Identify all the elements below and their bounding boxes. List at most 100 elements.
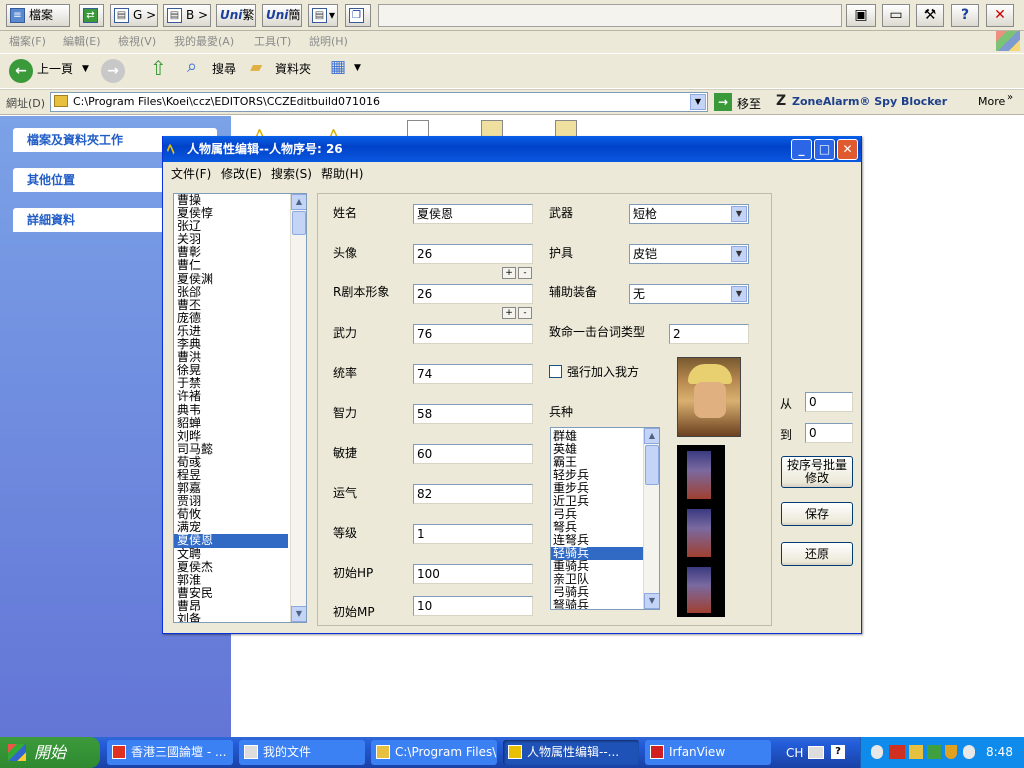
character-list-item[interactable]: 许褚: [174, 390, 288, 403]
intel-input[interactable]: 58: [413, 404, 533, 424]
taskbar-item-forum[interactable]: 香港三國論壇 - ...: [107, 740, 233, 765]
forward-arrow-icon[interactable]: →: [101, 59, 125, 83]
character-list-item[interactable]: 夏侯杰: [174, 560, 288, 574]
to-input[interactable]: 0: [805, 423, 853, 443]
unit-type-item[interactable]: 弩骑兵: [551, 599, 643, 610]
menu-edit[interactable]: 修改(E): [221, 165, 262, 182]
address-dropdown-icon[interactable]: ▼: [690, 94, 706, 110]
command-input[interactable]: 74: [413, 364, 533, 384]
portrait-plus-button[interactable]: +: [502, 267, 516, 279]
go-button[interactable]: 移至: [737, 95, 761, 112]
character-list-item[interactable]: 夏侯渊: [174, 272, 288, 286]
character-list[interactable]: 曹操 夏侯惇 张辽 关羽 曹彰 曹仁 夏侯渊 张郃 曹丕 庞德 乐进 李典 曹洪 徐晃 于禁 许褚 典韦 貂蝉 刘晔…: [173, 193, 307, 623]
character-list-item[interactable]: 典韦: [174, 403, 288, 417]
uni-traditional-button[interactable]: Uni繁: [216, 4, 256, 27]
character-list-item[interactable]: 曹安民: [174, 586, 288, 600]
zonealarm-spyblocker[interactable]: ZoneAlarm® Spy Blocker: [792, 95, 947, 108]
up-folder-icon[interactable]: ⇧: [150, 56, 167, 80]
character-list-item[interactable]: 曹丕: [174, 298, 288, 312]
window-titlebar[interactable]: ﾍ 人物属性编辑--人物序号: 26 _ □ ✕: [163, 136, 861, 162]
window-button[interactable]: ▭: [882, 4, 910, 27]
menu-file[interactable]: 檔案(F): [9, 33, 46, 49]
b-to-g-button[interactable]: ▤B > G: [163, 4, 211, 27]
restore-button[interactable]: 还原: [781, 542, 853, 566]
character-list-item[interactable]: 荀彧: [174, 455, 288, 469]
back-button[interactable]: 上一頁: [37, 60, 73, 77]
unit-list-scrollbar[interactable]: ▲ ▼: [643, 428, 659, 609]
speaker-icon[interactable]: [963, 745, 975, 759]
rscript-input[interactable]: 26: [413, 284, 533, 304]
character-list-item[interactable]: 曹仁: [174, 259, 288, 272]
aux-select[interactable]: 无 ▼: [629, 284, 749, 304]
help-icon[interactable]: ?: [831, 745, 845, 759]
weapon-select[interactable]: 短枪 ▼: [629, 204, 749, 224]
menu-help[interactable]: 帮助(H): [321, 165, 363, 182]
menu-search[interactable]: 搜索(S): [271, 165, 312, 182]
portrait-input[interactable]: 26: [413, 244, 533, 264]
close-button[interactable]: ✕: [986, 4, 1014, 27]
menu-edit[interactable]: 編輯(E): [63, 33, 101, 49]
chevron-down-icon[interactable]: ▼: [731, 206, 747, 222]
back-arrow-icon[interactable]: ←: [9, 59, 33, 83]
minimize-button[interactable]: _: [791, 139, 812, 160]
help-button[interactable]: ?: [951, 4, 979, 27]
search-icon[interactable]: ⌕: [187, 56, 197, 77]
scroll-up-icon[interactable]: ▲: [644, 428, 659, 444]
rscript-minus-button[interactable]: -: [518, 307, 532, 319]
address-input[interactable]: C:\Program Files\Koei\ccz\EDITORS\CCZEdi…: [50, 92, 708, 112]
taskbar-item-explorer[interactable]: C:\Program Files\...: [371, 740, 497, 765]
character-list-item[interactable]: 刘备: [174, 612, 288, 622]
taskbar-item-editor[interactable]: 人物属性编辑--...: [503, 740, 639, 765]
crit-input[interactable]: 2: [669, 324, 749, 344]
scroll-down-icon[interactable]: ▼: [644, 593, 659, 609]
level-input[interactable]: 1: [413, 524, 533, 544]
views-dropdown-icon[interactable]: ▼: [354, 63, 361, 73]
name-input[interactable]: 夏侯恩: [413, 204, 533, 224]
taskbar-item-documents[interactable]: 我的文件: [239, 740, 365, 765]
from-input[interactable]: 0: [805, 392, 853, 412]
armor-select[interactable]: 皮铠 ▼: [629, 244, 749, 264]
luck-input[interactable]: 82: [413, 484, 533, 504]
character-list-item[interactable]: 刘晔: [174, 429, 288, 443]
character-list-item[interactable]: 貂蝉: [174, 416, 288, 430]
window-close-button[interactable]: ✕: [837, 139, 858, 160]
save-button[interactable]: 保存: [781, 502, 853, 526]
clock[interactable]: 8:48: [986, 745, 1013, 759]
unit-type-list[interactable]: 群雄 英雄 霸王 轻步兵 重步兵 近卫兵 弓兵 弩兵 连弩兵 轻骑兵 重骑兵 亲卫队 弓骑兵 弩骑兵 ▲ …: [550, 427, 660, 610]
copy-button[interactable]: ❐: [345, 4, 371, 27]
more-chevron-icon[interactable]: »: [1007, 92, 1013, 103]
program-icon[interactable]: [909, 745, 923, 759]
list-dropdown-button[interactable]: ▤ ▾: [308, 4, 338, 27]
batch-modify-button[interactable]: 按序号批量修改: [781, 456, 853, 488]
network-icon[interactable]: [927, 745, 941, 759]
tools-button[interactable]: ⚒: [916, 4, 944, 27]
scroll-down-icon[interactable]: ▼: [291, 606, 306, 622]
g-to-b-button[interactable]: ▤G > B: [110, 4, 158, 27]
character-list-item[interactable]: 夏侯恩: [174, 534, 288, 548]
folders-button[interactable]: 資料夾: [275, 60, 311, 77]
chevron-down-icon[interactable]: ▼: [731, 286, 747, 302]
character-list-scrollbar[interactable]: ▲ ▼: [290, 194, 306, 622]
character-list-item[interactable]: 郭淮: [174, 573, 288, 587]
shield-icon[interactable]: [945, 745, 957, 759]
file-button[interactable]: ≡ 檔案: [6, 4, 70, 27]
hp-input[interactable]: 100: [413, 564, 533, 584]
language-indicator[interactable]: CH: [786, 746, 803, 760]
back-dropdown-icon[interactable]: ▼: [82, 64, 89, 74]
chevron-down-icon[interactable]: ▼: [731, 246, 747, 262]
scroll-thumb[interactable]: [292, 211, 306, 235]
portrait-minus-button[interactable]: -: [518, 267, 532, 279]
power-input[interactable]: 76: [413, 324, 533, 344]
taskbar-item-irfanview[interactable]: IrfanView: [645, 740, 771, 765]
rscript-plus-button[interactable]: +: [502, 307, 516, 319]
ati-icon[interactable]: [889, 745, 905, 759]
character-list-item[interactable]: 文聘: [174, 547, 288, 561]
maximize-button[interactable]: □: [814, 139, 835, 160]
menu-view[interactable]: 檢視(V): [118, 33, 156, 49]
uni-simplified-button[interactable]: Uni簡: [262, 4, 302, 27]
menu-help[interactable]: 說明(H): [309, 33, 348, 49]
start-button[interactable]: 開始: [0, 737, 100, 768]
menu-tools[interactable]: 工具(T): [254, 33, 291, 49]
agility-input[interactable]: 60: [413, 444, 533, 464]
convert-button[interactable]: ⇄: [79, 4, 104, 27]
